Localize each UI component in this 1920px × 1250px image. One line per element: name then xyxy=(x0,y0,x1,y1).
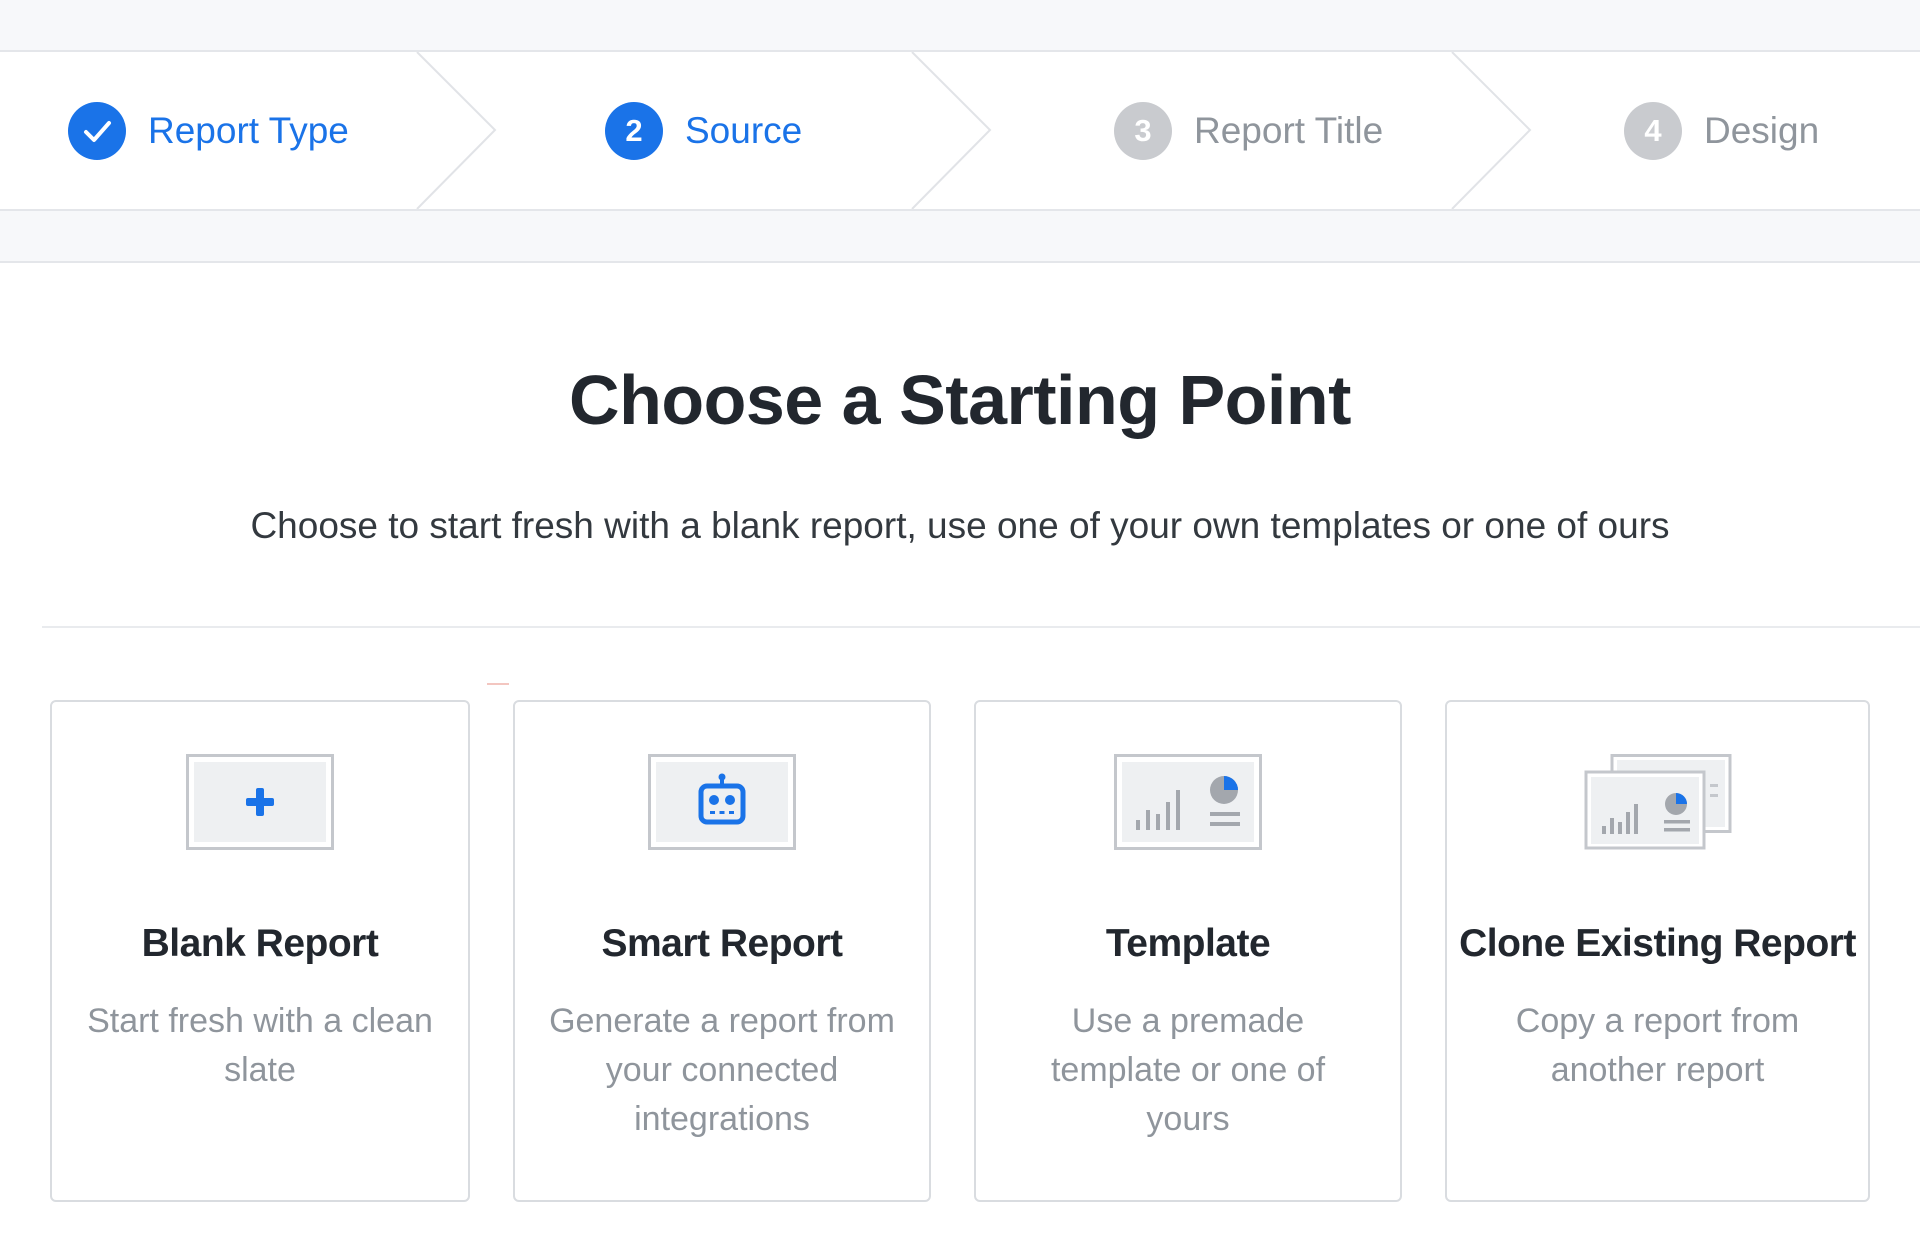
robot-icon xyxy=(648,754,796,850)
plus-icon xyxy=(186,754,334,850)
top-strip xyxy=(0,0,1920,52)
step-label: Design xyxy=(1704,109,1820,151)
step-separator xyxy=(416,52,497,209)
step-report-title[interactable]: 3 Report Title xyxy=(1114,52,1383,209)
clone-report-icon xyxy=(1584,754,1731,850)
card-blank-report[interactable]: Blank Report Start fresh with a clean sl… xyxy=(50,700,470,1202)
card-description: Use a premade template or one of yours xyxy=(1050,1002,1326,1138)
wizard-stepper: Report Type 2 Source 3 Report Title 4 De… xyxy=(0,52,1920,209)
card-title: Clone Existing Report xyxy=(1459,922,1856,965)
card-title: Blank Report xyxy=(141,922,379,965)
step-number: 4 xyxy=(1624,101,1682,160)
step-design[interactable]: 4 Design xyxy=(1624,52,1819,209)
page-subtitle: Choose to start fresh with a blank repor… xyxy=(250,505,1670,546)
step-report-type[interactable]: Report Type xyxy=(68,52,349,209)
divider xyxy=(42,626,1920,628)
step-separator xyxy=(911,52,992,209)
step-source[interactable]: 2 Source xyxy=(605,52,802,209)
template-chart-icon xyxy=(1114,754,1262,850)
card-description: Copy a report from another report xyxy=(1515,1002,1800,1089)
step-separator xyxy=(1451,52,1532,209)
step-label: Report Type xyxy=(148,109,349,151)
card-title: Template xyxy=(1105,922,1271,965)
decorative-mark xyxy=(487,683,509,685)
step-label: Report Title xyxy=(1194,109,1384,151)
card-title: Smart Report xyxy=(601,922,843,965)
step-number: 3 xyxy=(1114,101,1172,160)
card-description: Generate a report from your connected in… xyxy=(549,1002,895,1138)
card-smart-report[interactable]: Smart Report Generate a report from your… xyxy=(513,700,931,1202)
page-title: Choose a Starting Point xyxy=(569,361,1351,439)
sub-strip xyxy=(0,209,1920,263)
step-label: Source xyxy=(685,109,803,151)
card-description: Start fresh with a clean slate xyxy=(87,1002,433,1089)
card-clone-existing-report[interactable]: Clone Existing Report Copy a report from… xyxy=(1445,700,1870,1202)
check-icon xyxy=(68,101,126,160)
card-template[interactable]: Template Use a premade template or one o… xyxy=(974,700,1402,1202)
step-number: 2 xyxy=(605,101,663,160)
